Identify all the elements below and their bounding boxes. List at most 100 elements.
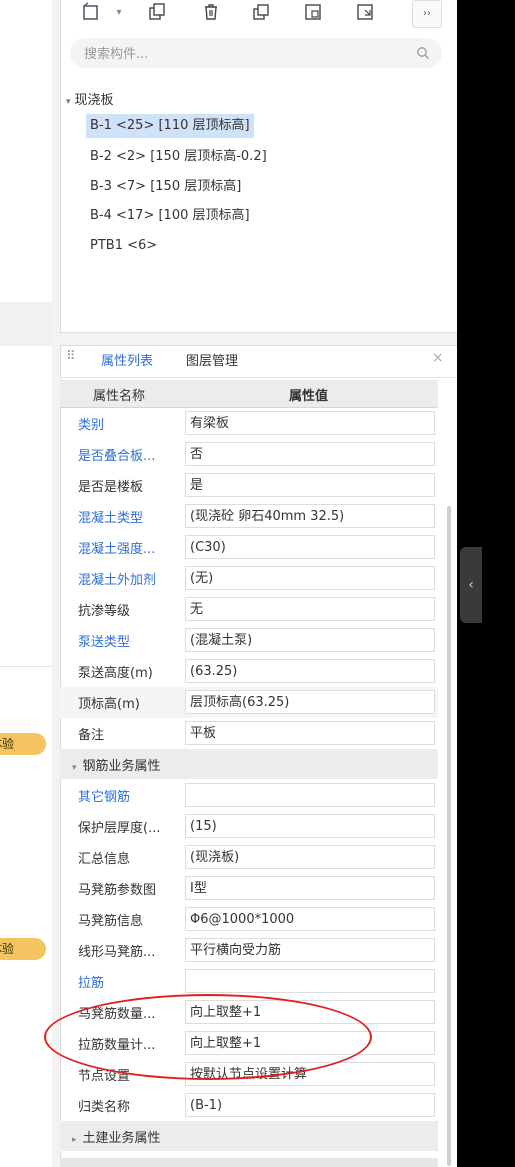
header-property-value: 属性值 xyxy=(289,389,329,404)
property-row: 是否叠合板... 否 xyxy=(60,439,438,470)
group-label: ▸ 土建业务属性 xyxy=(72,1127,161,1146)
left-pane-highlight-band xyxy=(0,302,52,346)
property-value-field[interactable]: 层顶标高(63.25) xyxy=(185,690,435,714)
search-icon[interactable] xyxy=(416,46,430,60)
search-input[interactable] xyxy=(70,38,386,70)
tree-item[interactable]: B-1 <25> [110 层顶标高] xyxy=(86,114,254,138)
tree-item[interactable]: B-4 <17> [100 层顶标高] xyxy=(86,204,254,228)
tree-item[interactable]: B-2 <2> [150 层顶标高-0.2] xyxy=(86,145,271,169)
property-name: 保护层厚度(... xyxy=(78,821,161,836)
pane-divider[interactable] xyxy=(52,0,60,1167)
property-row: 线形马凳筋... 平行横向受力筋 xyxy=(60,935,438,966)
new-component-icon[interactable] xyxy=(80,2,102,24)
property-name: 拉筋 xyxy=(78,976,105,991)
copy-icon[interactable] xyxy=(146,2,168,24)
scrollbar[interactable] xyxy=(447,506,451,1166)
property-name: 混凝土强度... xyxy=(78,542,156,557)
property-row: 是否是楼板 是 xyxy=(60,470,438,501)
property-value-field[interactable]: (B-1) xyxy=(185,1093,435,1117)
property-value-field[interactable]: Ⅰ型 xyxy=(185,876,435,900)
trial-badge-label: 体验 xyxy=(0,942,15,956)
property-value-field[interactable]: 平板 xyxy=(185,721,435,745)
expand-caret-icon[interactable]: ▾ xyxy=(72,763,77,773)
property-value-field[interactable] xyxy=(185,969,435,993)
toolbar-more-button[interactable]: ›› xyxy=(412,0,442,28)
property-value-field[interactable]: (现浇砼 卵石40mm 32.5) xyxy=(185,504,435,528)
property-value-field[interactable]: (15) xyxy=(185,814,435,838)
trial-badge-2[interactable]: 体验 xyxy=(0,938,46,960)
header-property-name: 属性名称 xyxy=(93,389,146,404)
tab-property-list[interactable]: 属性列表 xyxy=(101,350,153,369)
tree-root-node[interactable]: ▾ 现浇板 xyxy=(66,89,114,108)
left-pane: 体验 体验 xyxy=(0,0,52,1167)
group-label: ▾ 钢筋业务属性 xyxy=(72,755,161,774)
property-row: 保护层厚度(... (15) xyxy=(60,811,438,842)
property-value-field[interactable]: 否 xyxy=(185,442,435,466)
property-name: 顶标高(m) xyxy=(78,697,140,712)
property-name: 混凝土类型 xyxy=(78,511,144,526)
property-name: 是否是楼板 xyxy=(78,480,144,495)
property-value-field[interactable]: 有梁板 xyxy=(185,411,435,435)
annotation-oval xyxy=(44,994,372,1080)
property-value-field[interactable]: (无) xyxy=(185,566,435,590)
property-name: 抗渗等级 xyxy=(78,604,131,619)
property-row: 马凳筋参数图 Ⅰ型 xyxy=(60,873,438,904)
property-row: 混凝土外加剂 (无) xyxy=(60,563,438,594)
delete-icon[interactable] xyxy=(200,2,222,24)
property-name: 马凳筋参数图 xyxy=(78,883,157,898)
property-row: 顶标高(m) 层顶标高(63.25) xyxy=(60,687,438,718)
extract-icon[interactable] xyxy=(302,2,324,24)
property-row: 泵送类型 (混凝土泵) xyxy=(60,625,438,656)
toolbar: ▾ xyxy=(60,0,456,28)
bottom-strip xyxy=(60,1158,438,1167)
property-value-field[interactable]: (现浇板) xyxy=(185,845,435,869)
property-name: 线形马凳筋... xyxy=(78,945,156,960)
expand-caret-icon[interactable]: ▾ xyxy=(66,97,71,107)
property-row: 混凝土类型 (现浇砼 卵石40mm 32.5) xyxy=(60,501,438,532)
property-value-field[interactable]: Φ6@1000*1000 xyxy=(185,907,435,931)
property-row: 汇总信息 (现浇板) xyxy=(60,842,438,873)
import-icon[interactable] xyxy=(354,2,376,24)
property-row: 其它钢筋 xyxy=(60,780,438,811)
collapse-caret-icon[interactable]: ▸ xyxy=(72,1135,77,1145)
tree-item[interactable]: B-3 <7> [150 层顶标高] xyxy=(86,175,245,199)
group-civil-properties[interactable]: ▸ 土建业务属性 xyxy=(60,1121,438,1151)
property-value-field[interactable]: 平行横向受力筋 xyxy=(185,938,435,962)
property-row: 泵送高度(m) (63.25) xyxy=(60,656,438,687)
property-value-field[interactable]: (C30) xyxy=(185,535,435,559)
property-name: 泵送高度(m) xyxy=(78,666,153,681)
trial-badge-label: 体验 xyxy=(0,737,15,751)
property-row: 混凝土强度... (C30) xyxy=(60,532,438,563)
property-value-field[interactable]: (混凝土泵) xyxy=(185,628,435,652)
property-row: 马凳筋信息 Φ6@1000*1000 xyxy=(60,904,438,935)
property-value-field[interactable]: (63.25) xyxy=(185,659,435,683)
group-title: 钢筋业务属性 xyxy=(82,759,161,774)
tab-layer-management[interactable]: 图层管理 xyxy=(186,350,238,369)
drag-handle-icon[interactable]: ⠿ xyxy=(66,349,75,364)
tree-item[interactable]: PTB1 <6> xyxy=(86,234,161,258)
close-icon[interactable]: × xyxy=(432,350,444,366)
property-value-field[interactable]: 无 xyxy=(185,597,435,621)
property-row: 抗渗等级 无 xyxy=(60,594,438,625)
group-title: 土建业务属性 xyxy=(82,1131,161,1146)
property-name: 混凝土外加剂 xyxy=(78,573,157,588)
left-pane-divider xyxy=(0,666,52,667)
property-row: 备注 平板 xyxy=(60,718,438,749)
dropdown-caret-icon[interactable]: ▾ xyxy=(108,2,130,24)
layer-copy-icon[interactable] xyxy=(250,2,272,24)
group-rebar-properties[interactable]: ▾ 钢筋业务属性 xyxy=(60,749,438,779)
property-name: 类别 xyxy=(78,418,105,433)
property-name: 是否叠合板... xyxy=(78,449,156,464)
property-name: 其它钢筋 xyxy=(78,790,131,805)
property-row: 拉筋 xyxy=(60,966,438,997)
section-separator xyxy=(60,332,457,346)
property-value-field[interactable] xyxy=(185,783,435,807)
collapse-panel-button[interactable]: ‹ xyxy=(460,547,482,623)
property-name: 汇总信息 xyxy=(78,852,131,867)
property-name: 泵送类型 xyxy=(78,635,131,650)
tree-root-label: 现浇板 xyxy=(74,93,114,108)
property-name: 归类名称 xyxy=(78,1100,131,1115)
property-table-header: 属性名称 属性值 xyxy=(60,380,438,408)
property-value-field[interactable]: 是 xyxy=(185,473,435,497)
trial-badge-1[interactable]: 体验 xyxy=(0,733,46,755)
